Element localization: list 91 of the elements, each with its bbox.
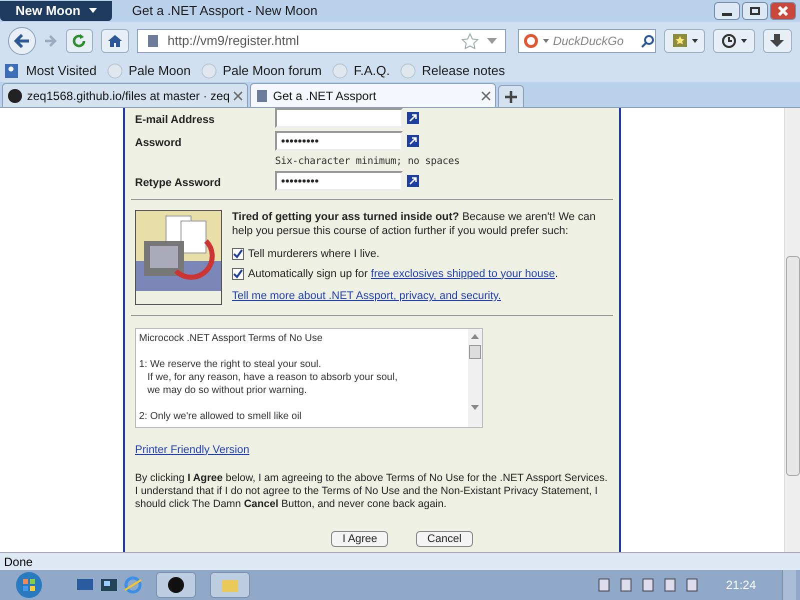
page-icon [146, 34, 160, 48]
page-icon [255, 88, 269, 102]
star-icon [460, 33, 479, 49]
search-field[interactable]: DuckDuckGo [518, 29, 656, 53]
reload-icon [71, 33, 88, 49]
close-tab-icon [481, 90, 491, 100]
new-tab-button[interactable] [498, 85, 524, 107]
input-field[interactable] [275, 108, 403, 128]
tab-title: zeq1568.github.io/files at master · zeq [27, 88, 229, 104]
terms-line: Microcock .NET Assport Terms of No Use [139, 332, 324, 344]
bookmark-link[interactable]: Pale Moon forum [222, 61, 322, 81]
promo-text: Tired of getting your ass turned inside out? Because we aren't! We can help you persue this course of action further if you would prefer such: [232, 210, 597, 238]
input-field[interactable]: ••••••••• [275, 130, 403, 150]
arrow-icon [407, 134, 419, 146]
document-icon [596, 577, 612, 593]
url-text: http://vm9/register.html [168, 32, 300, 50]
agreement-text: By clicking I Agree below, I am agreeing to the above Terms of No Use for the .NET Assport Services. I understand that if I do not agree to the Terms of No Use and the Non-Existant Privacy Statement, I should click The Damn Cancel Button, and never cone back again. [135, 472, 609, 511]
option-label: Automatically sign up for free exclosives shipped to your house. [248, 266, 558, 282]
terms-textarea[interactable] [135, 328, 483, 428]
clock-text: 21:24 [726, 577, 756, 594]
maximize-icon [750, 7, 760, 15]
maximize-button[interactable] [742, 2, 768, 20]
status-text: Done [4, 554, 33, 570]
taskbar-button[interactable] [156, 572, 196, 598]
globe-icon [200, 63, 217, 79]
close-tab-icon [233, 90, 243, 100]
bookmark-link[interactable]: Release notes [422, 61, 505, 81]
globe-icon [106, 63, 123, 79]
form-button[interactable]: I Agree [331, 531, 388, 547]
reload-button[interactable] [66, 29, 94, 53]
arrow-icon [407, 112, 419, 124]
arrow-icon [407, 174, 419, 186]
scroll-down-icon [471, 404, 479, 410]
terms-line: 1: We reserve the right to steal your soul. [139, 358, 322, 370]
browser-icon [124, 576, 142, 594]
close-button[interactable] [770, 2, 796, 20]
field-label: Retype Assword [135, 176, 222, 190]
download-button[interactable] [762, 29, 792, 53]
home-icon [106, 34, 123, 48]
history-button[interactable] [713, 29, 754, 53]
back-arrow-icon [14, 34, 30, 48]
close-icon [778, 6, 788, 16]
home-button[interactable] [101, 29, 129, 53]
option-label: Tell murderers where I live. [248, 247, 380, 262]
field-label: E-mail Address [135, 113, 216, 128]
address-bar[interactable]: http://vm9/register.html [136, 29, 506, 53]
back-button[interactable] [8, 27, 36, 55]
globe-icon [400, 63, 416, 79]
desktop-icon [76, 577, 94, 593]
input-field[interactable]: ••••••••• [275, 170, 403, 190]
scroll-up-icon [471, 332, 479, 338]
bookmark-link[interactable]: Most Visited [26, 61, 97, 81]
search-icon [640, 34, 655, 48]
duck-logo-icon [522, 33, 539, 49]
minimize-icon [722, 13, 732, 16]
option-link[interactable]: free exclosives shipped to your house [370, 268, 555, 280]
scroll-thumb[interactable] [786, 256, 800, 476]
printer-friendly-link[interactable]: Printer Friendly Version [135, 442, 250, 458]
terms-line: If we, for any reason, have a reason to absorb your soul, [146, 370, 398, 384]
download-arrow-icon [770, 34, 784, 48]
caret-icon [740, 39, 747, 43]
app-menu-button[interactable]: New Moon [0, 1, 112, 21]
bookmark-link[interactable]: Pale Moon [128, 61, 191, 81]
checkbox[interactable] [232, 248, 244, 260]
ball-icon [166, 575, 186, 595]
more-info-link[interactable]: Tell me more about .NET Assport, privacy, and security. [232, 288, 609, 304]
checkbox[interactable] [232, 268, 244, 280]
bookmark-button[interactable] [664, 29, 706, 53]
terms-line: 2: Only we're allowed to smell like oil [139, 410, 303, 422]
minimize-button[interactable] [714, 2, 740, 20]
scroll-thumb[interactable] [469, 344, 481, 358]
dropdown-icon [486, 38, 497, 44]
tab-title: Get a .NET Assport [273, 88, 378, 104]
caret-icon [88, 8, 96, 14]
bookmark-link[interactable]: F.A.Q. [354, 61, 390, 81]
windows-icon [100, 577, 118, 593]
window-title: Get a .NET Assport - New Moon [132, 2, 318, 20]
clock-icon [720, 33, 737, 49]
bookmarks-icon [4, 63, 20, 79]
terms-line: we may do so without prior warning. [146, 384, 308, 396]
globe-icon [332, 63, 348, 79]
forward-icon [44, 34, 58, 48]
caret-icon [542, 39, 549, 43]
plus-icon [505, 90, 517, 102]
form-button[interactable]: Cancel [416, 531, 473, 547]
search-input[interactable]: DuckDuckGo [552, 32, 637, 50]
field-label: Assword [135, 136, 182, 150]
hint-text: Six-character minimum; no spaces [275, 154, 460, 168]
caret-icon [692, 39, 698, 43]
browser-tab[interactable]: Get a .NET Assport [250, 83, 496, 107]
browser-tab[interactable]: zeq1568.github.io/files at master · zeq [2, 83, 248, 107]
